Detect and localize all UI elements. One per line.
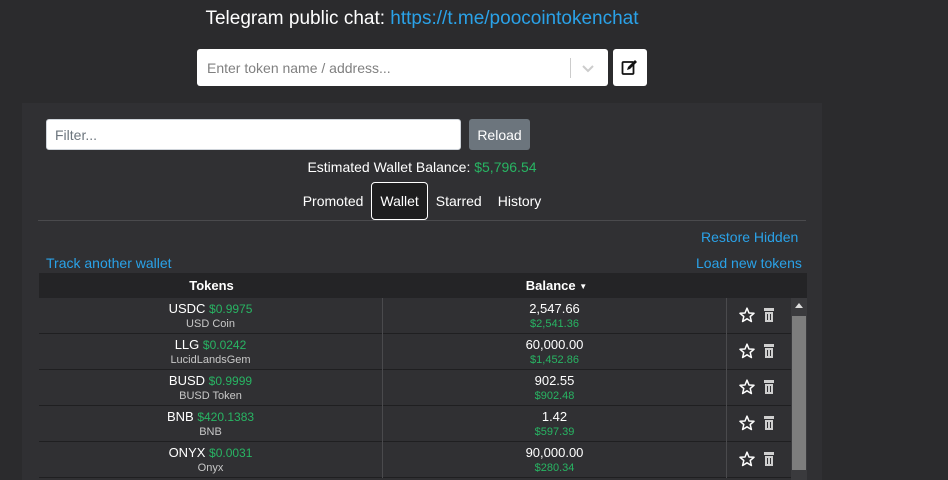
filter-input[interactable] [46,119,461,150]
wallet-balance: Estimated Wallet Balance: $5,796.54 [22,159,822,175]
token-cell: ONYX $0.0031 Onyx [39,442,383,478]
token-symbol[interactable]: BNB [167,409,194,424]
balance-cell: 60,000.00 $1,452.86 [383,334,727,370]
wallet-balance-value: $5,796.54 [474,159,537,175]
balance-value: $597.39 [534,426,575,438]
table-row[interactable]: BUSD $0.9999 BUSD Token 902.55 $902.48 [39,370,791,406]
token-symbol[interactable]: USDC [169,301,206,316]
column-balance[interactable]: Balance ▼ [384,278,729,293]
token-name: BNB [199,426,222,438]
token-price: $0.9975 [209,302,253,316]
balance-value: $902.48 [534,390,575,402]
table-header: Tokens Balance ▼ [39,273,807,298]
table-row[interactable]: LLG $0.0242 LucidLandsGem 60,000.00 $1,4… [39,334,791,370]
search-separator [570,58,571,78]
column-tokens[interactable]: Tokens [39,278,384,293]
token-name: BUSD Token [179,390,242,402]
chevron-down-icon[interactable] [577,57,599,79]
star-icon[interactable] [739,343,755,359]
table-row[interactable]: BNB $420.1383 BNB 1.42 $597.39 [39,406,791,442]
balance-value: $280.34 [534,462,575,474]
token-cell: BUSD $0.9999 BUSD Token [39,370,383,406]
reload-button[interactable]: Reload [469,119,530,150]
balance-value: $2,541.36 [530,318,579,330]
balance-amount: 2,547.66 [529,301,580,316]
balance-cell: 2,547.66 $2,541.36 [383,298,727,334]
column-balance-label: Balance [525,278,576,293]
tab-wallet[interactable]: Wallet [371,182,428,220]
trash-icon[interactable] [763,379,775,395]
balance-cell: 1.42 $597.39 [383,406,727,442]
token-price: $420.1383 [197,410,255,424]
trash-icon[interactable] [763,415,775,431]
wallet-panel: Reload Estimated Wallet Balance: $5,796.… [22,103,822,480]
edit-icon [621,60,637,75]
scroll-up-icon[interactable] [795,302,803,308]
divider [38,220,806,221]
token-symbol[interactable]: ONYX [169,445,206,460]
balance-value: $1,452.86 [530,354,579,366]
table-scrollbar[interactable] [791,298,807,480]
tab-promoted[interactable]: Promoted [295,182,372,220]
token-price: $0.0242 [202,338,247,352]
token-symbol[interactable]: LLG [175,337,200,352]
trash-icon[interactable] [763,343,775,359]
tab-bar: Promoted Wallet Starred History [22,182,822,220]
tab-starred[interactable]: Starred [428,182,490,220]
edit-button[interactable] [613,49,647,86]
balance-amount: 90,000.00 [525,445,584,460]
token-name: LucidLandsGem [170,354,251,366]
tab-history[interactable]: History [490,182,550,220]
balance-cell: 90,000.00 $280.34 [383,442,727,478]
trash-icon[interactable] [763,451,775,467]
star-icon[interactable] [739,307,755,323]
balance-amount: 902.55 [534,373,575,388]
token-name: USD Coin [186,318,235,330]
token-search-input[interactable] [197,49,569,86]
load-new-tokens-link[interactable]: Load new tokens [696,255,802,271]
star-icon[interactable] [739,379,755,395]
table-row[interactable]: USDC $0.9975 USD Coin 2,547.66 $2,541.36 [39,298,791,334]
token-search[interactable] [197,49,608,86]
star-icon[interactable] [739,451,755,467]
token-cell: BNB $420.1383 BNB [39,406,383,442]
scroll-thumb[interactable] [792,316,806,470]
star-icon[interactable] [739,415,755,431]
trash-icon[interactable] [763,307,775,323]
telegram-label: Telegram public chat: [205,8,391,29]
balance-cell: 902.55 $902.48 [383,370,727,406]
token-name: Onyx [197,462,224,474]
token-symbol[interactable]: BUSD [169,373,205,388]
balance-amount: 1.42 [541,409,568,424]
token-price: $0.0031 [209,446,253,460]
sort-caret-icon: ▼ [579,282,588,292]
track-another-wallet-link[interactable]: Track another wallet [46,255,172,271]
table-row[interactable]: ONYX $0.0031 Onyx 90,000.00 $280.34 [39,442,791,478]
token-cell: USDC $0.9975 USD Coin [39,298,383,334]
token-price: $0.9999 [208,374,253,388]
telegram-link[interactable]: https://t.me/poocointokenchat [390,8,638,29]
telegram-header: Telegram public chat: https://t.me/pooco… [0,8,844,30]
token-rows: USDC $0.9975 USD Coin 2,547.66 $2,541.36… [39,298,791,480]
restore-hidden-link[interactable]: Restore Hidden [701,229,798,245]
wallet-balance-label: Estimated Wallet Balance: [307,159,475,175]
balance-amount: 60,000.00 [525,337,584,352]
token-cell: LLG $0.0242 LucidLandsGem [39,334,383,370]
